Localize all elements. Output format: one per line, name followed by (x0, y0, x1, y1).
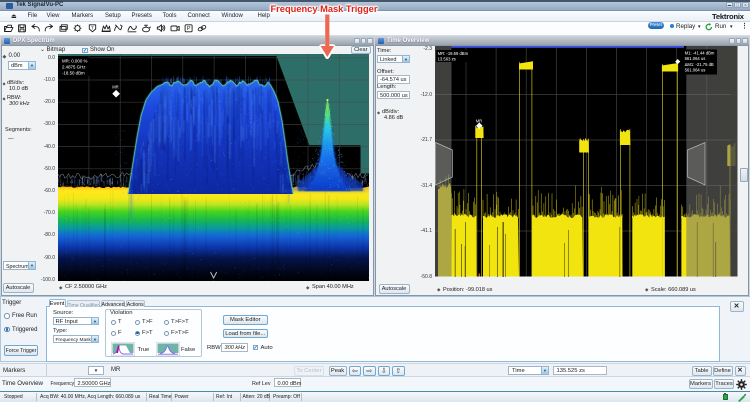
svg-text:2.4875 GHz: 2.4875 GHz (62, 64, 85, 69)
svg-text:13.563 zs: 13.563 zs (438, 56, 456, 61)
svg-text:P: P (187, 26, 191, 32)
svg-text:561.064 us: 561.064 us (685, 56, 706, 61)
svg-text:-18.50 dBm: -18.50 dBm (62, 70, 85, 75)
svg-text:MR: 0.000 %: MR: 0.000 % (62, 58, 87, 63)
svg-text:T: T (91, 25, 94, 30)
svg-text:MR: MR (112, 85, 119, 90)
svg-text:561.064 us: 561.064 us (685, 68, 706, 73)
svg-text:MR: MR (476, 119, 483, 124)
svg-text:ΔM1: -21.75 dB: ΔM1: -21.75 dB (685, 62, 714, 67)
svg-text:M1: -41.44 dBm: M1: -41.44 dBm (685, 50, 715, 55)
svg-text:MR: -19.69 dBm: MR: -19.69 dBm (438, 51, 469, 56)
